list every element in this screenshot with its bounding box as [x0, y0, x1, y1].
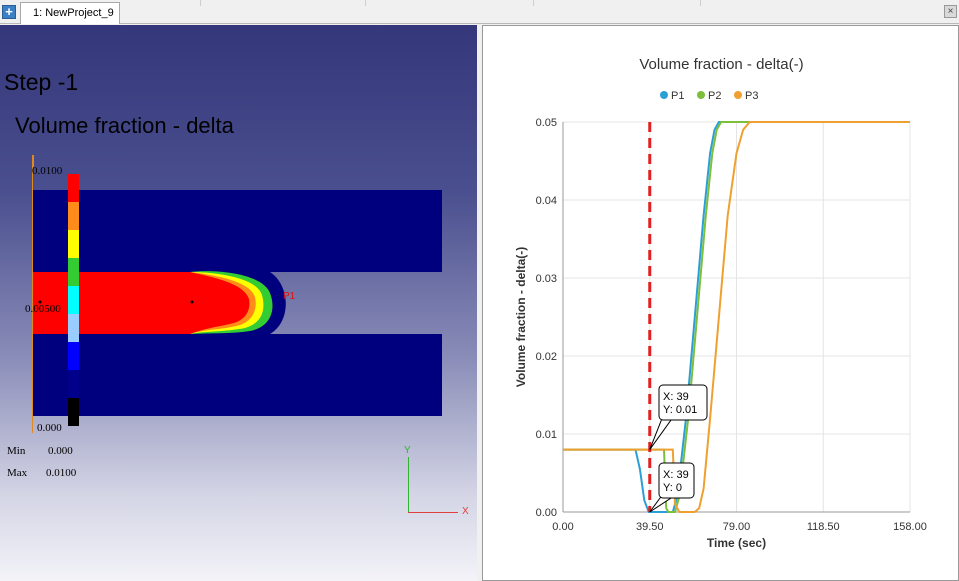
x-tick-label: 158.00	[893, 521, 927, 533]
probe-label: P1	[283, 291, 296, 302]
legend-color-navy	[68, 370, 79, 398]
cursor-tooltip-1-y: Y: 0.01	[663, 404, 697, 416]
legend-color-black	[68, 398, 79, 426]
y-tick-label: 0.05	[536, 117, 557, 129]
min-value: 0.000	[48, 445, 73, 457]
legend-axis	[32, 163, 33, 433]
min-label: Min	[7, 445, 26, 457]
tab-project[interactable]: 1: NewProject_9	[20, 2, 120, 24]
legend-color-red	[68, 174, 79, 202]
y-tick-label: 0.00	[536, 507, 557, 519]
plus-icon[interactable]: +	[2, 5, 16, 19]
line-chart[interactable]: 0.00 0.01 0.02 0.03 0.04 0.05 0.00 39.50 79.00 11…	[483, 26, 958, 580]
tab-separator	[700, 0, 701, 6]
axis-y-label: Y	[404, 445, 411, 456]
x-axis-label: Time (sec)	[707, 536, 766, 550]
legend-label-p3: P3	[745, 90, 758, 102]
cursor-tooltip-1-x: X: 39	[663, 391, 689, 403]
legend-marker-p2	[697, 91, 705, 99]
x-tick-label: 0.00	[552, 521, 573, 533]
tab-separator	[200, 0, 201, 6]
y-tick-label: 0.01	[536, 429, 557, 441]
legend-top-value: 0.0100	[32, 165, 63, 177]
axis-x-label: X	[462, 506, 469, 517]
y-tick-label: 0.04	[536, 195, 557, 207]
legend-mid-value: 0.00500	[25, 303, 61, 315]
x-tick-label: 79.00	[723, 521, 751, 533]
cursor-tooltip-1-pointer	[649, 415, 672, 450]
chart-panel[interactable]: Volume fraction - delta(-) 0.00 0.01 0.02 0…	[482, 25, 959, 581]
legend-color-yellow	[68, 230, 79, 258]
x-tick-label: 39.50	[636, 521, 664, 533]
max-value: 0.0100	[46, 467, 77, 479]
viewport-3d[interactable]: Step -1 Volume fraction - delta 0.0100 0…	[0, 25, 477, 581]
axis-x-line	[408, 512, 458, 513]
legend-color-orange	[68, 202, 79, 230]
legend-color-cyan	[68, 286, 79, 314]
axis-y-line	[408, 457, 409, 513]
cursor-tooltip-2-y: Y: 0	[663, 482, 682, 494]
fluid-region	[33, 272, 250, 334]
y-axis-label: Volume fraction - delta(-)	[514, 247, 528, 387]
lower-block	[33, 334, 442, 416]
legend-label-p1: P1	[671, 90, 684, 102]
close-icon[interactable]: ×	[944, 5, 957, 18]
x-tick-label: 118.50	[807, 521, 840, 533]
cursor-tooltip-2-x: X: 39	[663, 469, 689, 481]
max-label: Max	[7, 467, 28, 479]
y-tick-label: 0.02	[536, 351, 557, 363]
y-tick-label: 0.03	[536, 273, 557, 285]
probe-point	[190, 300, 194, 304]
tab-separator	[533, 0, 534, 6]
legend-marker-p3	[734, 91, 742, 99]
legend-color-lightblue	[68, 314, 79, 342]
legend-color-green	[68, 258, 79, 286]
legend-bottom-value: 0.000	[37, 422, 62, 434]
tab-bar: + 1: NewProject_9 ×	[0, 0, 959, 24]
tab-label: 1: NewProject_9	[33, 7, 114, 19]
legend-color-blue	[68, 342, 79, 370]
upper-block	[33, 190, 442, 272]
tab-separator	[365, 0, 366, 6]
legend-marker-p1	[660, 91, 668, 99]
legend-label-p2: P2	[708, 90, 721, 102]
